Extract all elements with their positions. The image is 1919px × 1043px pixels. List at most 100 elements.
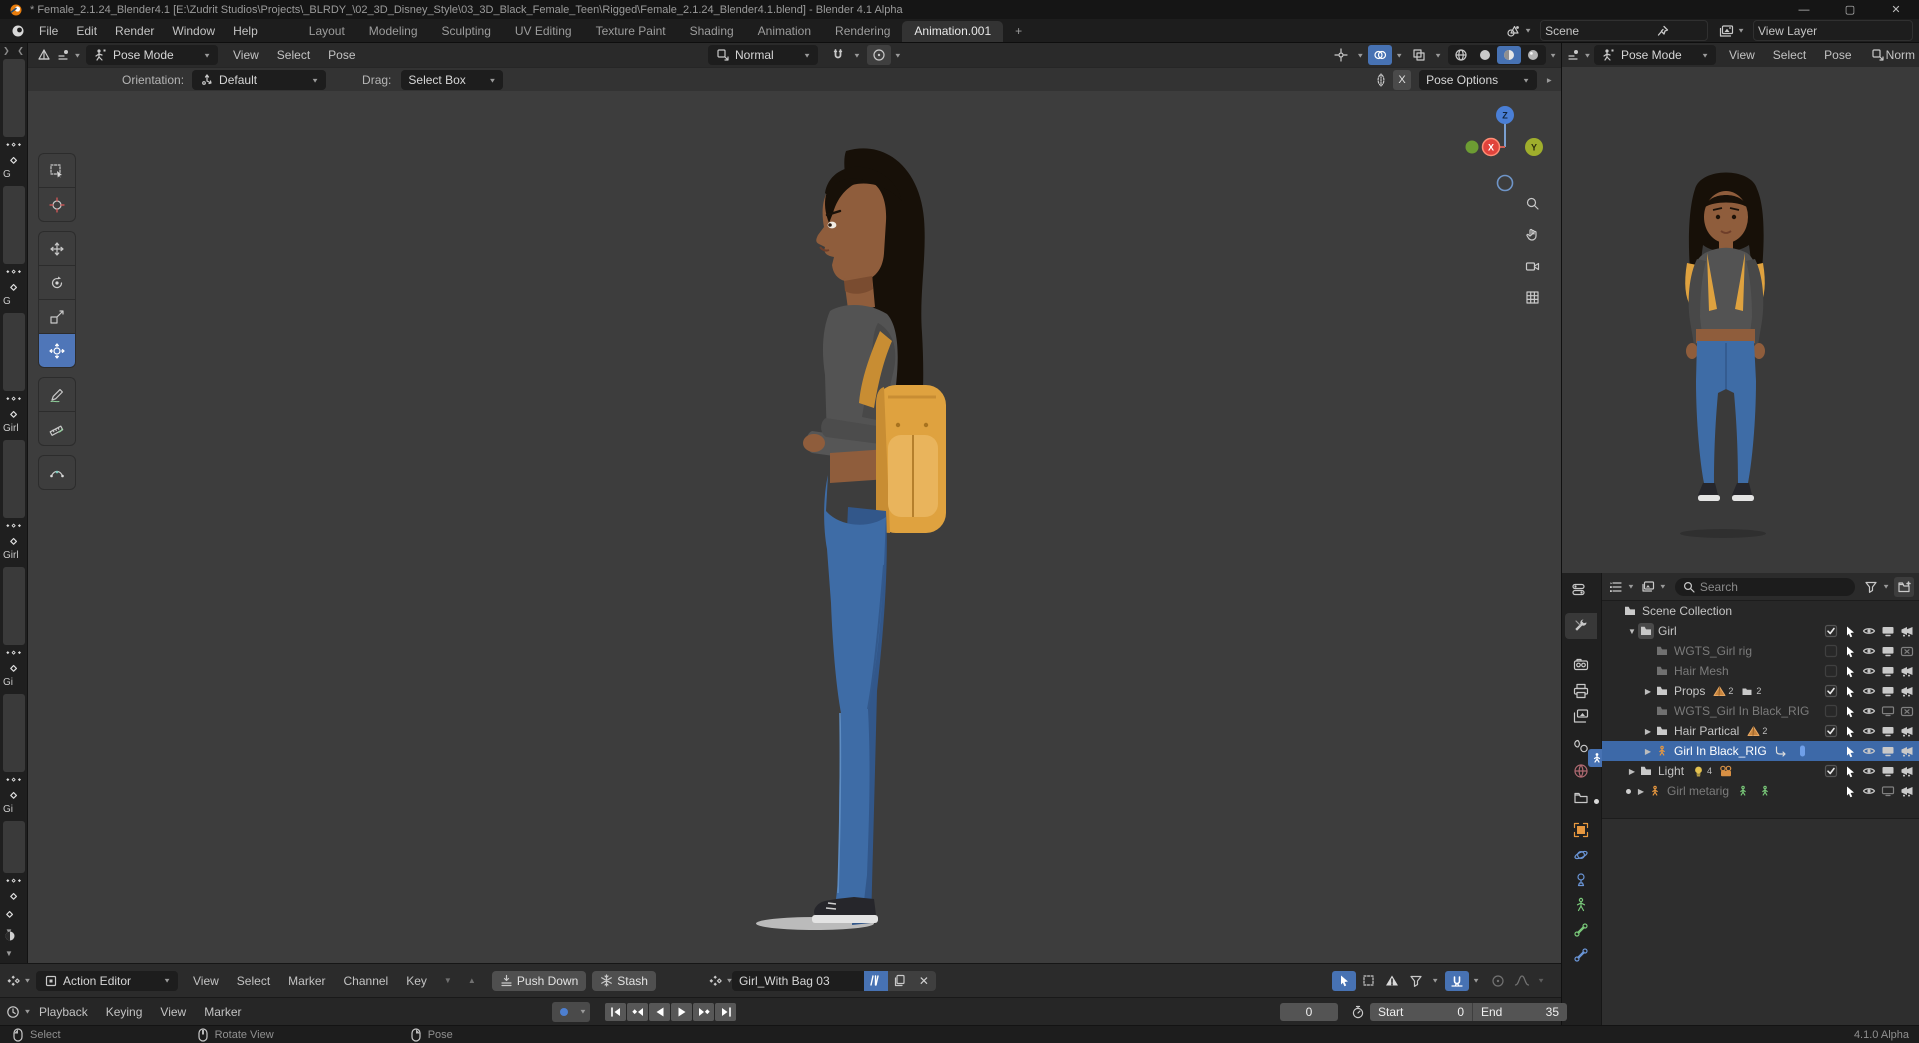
eye-toggle[interactable] [1862,723,1876,739]
view-layer-selector[interactable]: View Layer [1753,20,1913,41]
timeline-menu-view[interactable]: View [151,1005,195,1019]
camera-toggle[interactable] [1900,683,1914,699]
close-button[interactable]: ✕ [1873,0,1919,19]
snap-keys-button[interactable] [1445,971,1469,991]
view-layer-browse-icon[interactable] [1718,23,1734,39]
eye-toggle[interactable] [1862,663,1876,679]
asset-item[interactable] [0,821,27,918]
nav-zoom-button[interactable] [1524,195,1540,214]
outliner-row[interactable]: WGTS_Girl rig [1602,641,1919,661]
character-front-view[interactable] [1667,159,1783,526]
auto-key-options-button[interactable]: ▼ [576,1002,590,1022]
minimize-button[interactable]: — [1781,0,1827,19]
preview-viewport-canvas[interactable] [1562,67,1919,575]
properties-tab-render[interactable] [1565,652,1597,678]
display-mode-icon[interactable] [1608,579,1624,595]
screen-toggle[interactable] [1881,623,1895,639]
screen-outline-toggle[interactable] [1881,783,1895,799]
viewport-menu-select[interactable]: Select [268,48,319,62]
outliner-search-input[interactable]: Search [1675,578,1855,596]
workspace-tab-uv-editing[interactable]: UV Editing [503,21,584,42]
browse-action-button[interactable]: ▼ [708,971,732,991]
prev-key-button[interactable] [627,1003,648,1021]
properties-tab-object[interactable] [1565,817,1597,843]
action-menu-view[interactable]: View [184,974,228,988]
pointer-toggle[interactable] [1843,763,1857,779]
frame-end-field[interactable]: End35 [1472,1003,1567,1021]
outliner-row[interactable]: WGTS_Girl In Black_RIG [1602,701,1919,721]
falloff-button[interactable] [1510,971,1534,991]
properties-editor-icon[interactable] [1570,581,1586,597]
maximize-button[interactable]: ▢ [1827,0,1873,19]
nav-grid-ortho-button[interactable] [1524,290,1540,309]
scene-browse-icon[interactable] [1505,23,1521,39]
pointer-toggle[interactable] [1843,723,1857,739]
mode-switch-button[interactable]: ▼ [56,45,80,65]
preview-menu-select[interactable]: Select [1764,48,1815,62]
properties-tab-bone-constraint[interactable] [1565,942,1597,968]
preview-mode-dropdown[interactable]: Pose Mode ▼ [1594,45,1716,65]
asset-expand-arrow[interactable]: ❮ [17,46,24,55]
action-menu-channel[interactable]: Channel [335,974,398,988]
properties-tab-view-layer[interactable] [1565,703,1597,729]
snap-toggle-button[interactable] [826,45,850,65]
properties-tab-world[interactable] [1565,758,1597,784]
workspace-tab-sculpting[interactable]: Sculpting [430,21,503,42]
tool-pose-breakdowner[interactable] [38,455,76,490]
tool-move[interactable] [38,231,76,265]
next-key-button[interactable] [693,1003,714,1021]
preview-menu-view[interactable]: View [1720,48,1764,62]
menu-window[interactable]: Window [163,24,224,38]
pointer-toggle[interactable] [1843,623,1857,639]
tool-annotate[interactable] [38,377,76,411]
eye-toggle[interactable] [1862,623,1876,639]
proportional-edit-keys-button[interactable] [1486,971,1510,991]
pointer-toggle[interactable] [1843,663,1857,679]
filter-view-layer-icon[interactable] [1640,579,1656,595]
check-on-toggle[interactable] [1824,763,1838,779]
check-off-toggle[interactable] [1824,663,1838,679]
proportional-edit-button[interactable] [867,45,891,65]
camera-toggle[interactable] [1900,763,1914,779]
properties-tab-constraints[interactable] [1565,867,1597,893]
action-menu-key[interactable]: Key [397,974,436,988]
asset-item[interactable]: Gi [0,694,27,817]
jump-end-button[interactable] [715,1003,736,1021]
properties-tab-output[interactable] [1565,678,1597,704]
play-reverse-button[interactable] [649,1003,670,1021]
screen-toggle[interactable] [1881,723,1895,739]
timeline-menu-keying[interactable]: Keying [97,1005,152,1019]
check-off-toggle[interactable] [1824,703,1838,719]
move-channel-down-button[interactable]: ▼ [436,971,460,991]
outliner-row[interactable]: ▶Girl In Black_RIG [1602,741,1919,761]
show-overlays-button[interactable] [1368,45,1392,65]
properties-content[interactable] [1602,818,1919,1025]
camera-toggle[interactable] [1900,663,1914,679]
unlink-action-button[interactable]: ✕ [912,971,936,991]
tool-scale[interactable] [38,299,76,333]
preview-menu-pose[interactable]: Pose [1815,48,1860,62]
scene-selector[interactable]: Scene [1540,20,1708,41]
asset-collapse-arrow[interactable]: ❯ [3,46,10,55]
asset-item[interactable]: Gi [0,567,27,690]
camera-toggle[interactable] [1900,743,1914,759]
outliner-row[interactable]: Scene Collection [1602,601,1919,621]
check-off-toggle[interactable] [1824,643,1838,659]
show-gizmo-button[interactable] [1329,45,1353,65]
tool-cursor[interactable] [38,187,76,222]
check-on-toggle[interactable] [1824,623,1838,639]
current-frame-field[interactable]: 0 [1280,1003,1338,1021]
properties-tab-physics[interactable] [1565,842,1597,868]
outliner-row[interactable]: ▶Props22 [1602,681,1919,701]
asset-shelf-strip[interactable]: ❯❮ G G Girl Girl Gi Gi [0,43,28,963]
pointer-toggle[interactable] [1843,743,1857,759]
menu-help[interactable]: Help [224,24,267,38]
auto-key-record-button[interactable] [552,1002,576,1022]
pointer-toggle[interactable] [1843,783,1857,799]
menu-edit[interactable]: Edit [67,24,106,38]
navigation-gizmo[interactable]: Z X Y [1460,103,1550,202]
pin-icon[interactable] [1655,23,1671,39]
only-selected-filter-button[interactable] [1332,971,1356,991]
pose-options-dropdown[interactable]: Pose Options ▼ [1419,70,1537,90]
add-workspace-button[interactable]: + [1003,21,1034,42]
